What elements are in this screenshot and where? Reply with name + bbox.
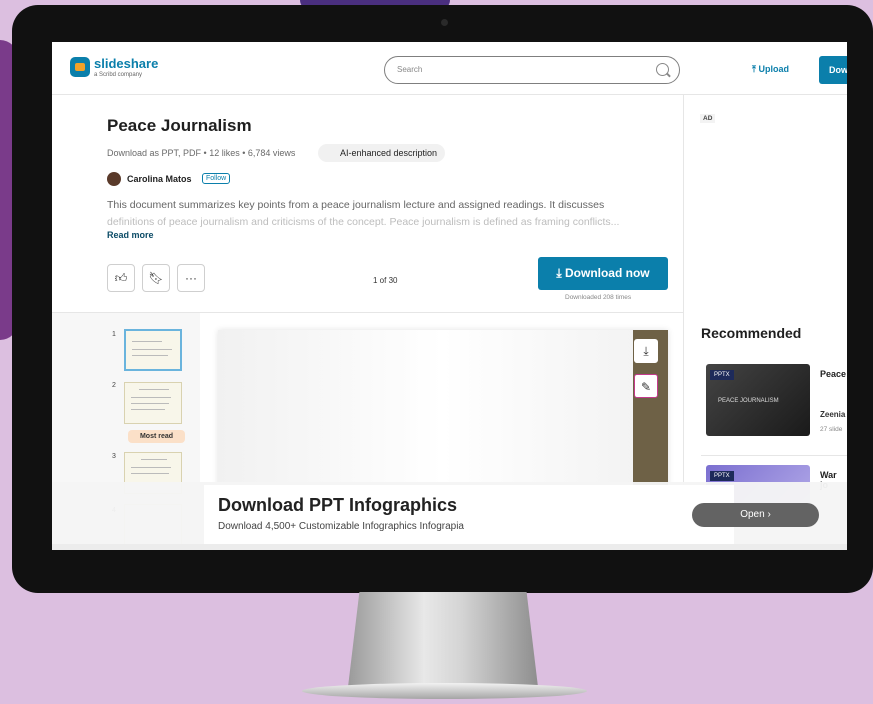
- pptx-badge: PPTX: [710, 370, 734, 380]
- monitor-base: [302, 683, 587, 699]
- banner-open-button[interactable]: Open ›: [692, 503, 819, 527]
- thumb-line: [141, 459, 167, 460]
- recommended-name[interactable]: Peace: [820, 369, 846, 379]
- recommended-title: Recommended: [701, 325, 802, 341]
- document-description: This document summarizes key points from…: [107, 197, 672, 231]
- search-icon[interactable]: [656, 63, 669, 76]
- thumb-line: [131, 409, 165, 410]
- download-now-button[interactable]: ⤓ Download now: [538, 257, 668, 290]
- annotate-button[interactable]: ✎: [634, 374, 658, 398]
- camera: [441, 19, 448, 26]
- bookmark-icon: 🔖︎: [148, 271, 164, 285]
- like-button[interactable]: 👍︎: [107, 264, 135, 292]
- author-name[interactable]: Carolina Matos: [127, 174, 192, 184]
- upload-icon: ⤒: [752, 64, 756, 74]
- recommended-author[interactable]: Zeenia: [820, 410, 845, 419]
- download-icon: ⤓: [643, 344, 649, 358]
- top-download-button[interactable]: Dow: [819, 56, 847, 84]
- download-icon: ⤓: [556, 266, 565, 280]
- upload-button[interactable]: ⤒ Upload: [752, 64, 789, 75]
- bottom-strip: [52, 544, 847, 550]
- page-indicator: 1 of 30: [373, 276, 398, 285]
- logo-text[interactable]: slideshare: [94, 56, 158, 71]
- read-more-link[interactable]: Read more: [107, 230, 154, 240]
- thumb-line: [132, 349, 172, 350]
- logo-subtext: a Scribd company: [94, 72, 143, 78]
- upload-label: Upload: [758, 64, 790, 74]
- most-read-badge: Most read: [128, 430, 185, 443]
- thumbs-up-icon: 👍︎: [114, 271, 128, 285]
- thumb-number: 2: [112, 382, 116, 389]
- search-input[interactable]: Search: [384, 56, 680, 84]
- save-button[interactable]: 🔖︎: [142, 264, 170, 292]
- ai-description-button[interactable]: AI-enhanced description: [318, 144, 446, 162]
- slideshare-logo-icon[interactable]: [70, 57, 90, 77]
- thumb-number: 3: [112, 453, 116, 460]
- download-now-label: Download now: [564, 266, 650, 280]
- thumb-line: [139, 389, 169, 390]
- description-line-1: This document summarizes key points from…: [107, 199, 605, 211]
- slide-thumbnail-2[interactable]: [124, 382, 182, 424]
- monitor-stand: [348, 592, 538, 687]
- slide-thumbnail-1[interactable]: [124, 329, 182, 371]
- thumb-number: 1: [112, 331, 116, 338]
- author-avatar[interactable]: [107, 172, 121, 186]
- search-placeholder: Search: [397, 65, 423, 74]
- more-button[interactable]: ···: [177, 264, 205, 292]
- banner-subtitle: Download 4,500+ Customizable Infographic…: [218, 521, 464, 532]
- ad-label: AD: [700, 114, 716, 123]
- follow-button[interactable]: Follow: [202, 173, 231, 184]
- thumb-line: [131, 397, 171, 398]
- thumb-line: [131, 467, 171, 468]
- thumb-line: [131, 473, 169, 474]
- thumb-line: [132, 341, 162, 342]
- recommended-slides: 27 slide: [820, 426, 843, 433]
- banner-title[interactable]: Download PPT Infographics: [218, 495, 457, 516]
- top-bar: slideshare a Scribd company Search ⤒ Upl…: [52, 42, 847, 95]
- download-count: Downloaded 208 times: [565, 294, 632, 301]
- thumb-line: [132, 355, 168, 356]
- pen-icon: ✎: [640, 380, 652, 394]
- more-icon: ···: [185, 271, 197, 285]
- document-meta: Download as PPT, PDF • 12 likes • 6,784 …: [107, 148, 296, 158]
- document-title: Peace Journalism: [107, 116, 252, 135]
- description-line-2: definitions of peace journalism and crit…: [107, 216, 620, 228]
- recommended-thumbnail-1[interactable]: PPTX PEACE JOURNALISM: [706, 364, 810, 436]
- viewer-download-button[interactable]: ⤓: [634, 339, 658, 363]
- screen: slideshare a Scribd company Search ⤒ Upl…: [52, 42, 847, 550]
- thumbnail-title: PEACE JOURNALISM: [718, 398, 779, 404]
- pptx-badge: PPTX: [710, 471, 734, 481]
- thumb-line: [131, 403, 169, 404]
- recommended-divider: [701, 455, 847, 456]
